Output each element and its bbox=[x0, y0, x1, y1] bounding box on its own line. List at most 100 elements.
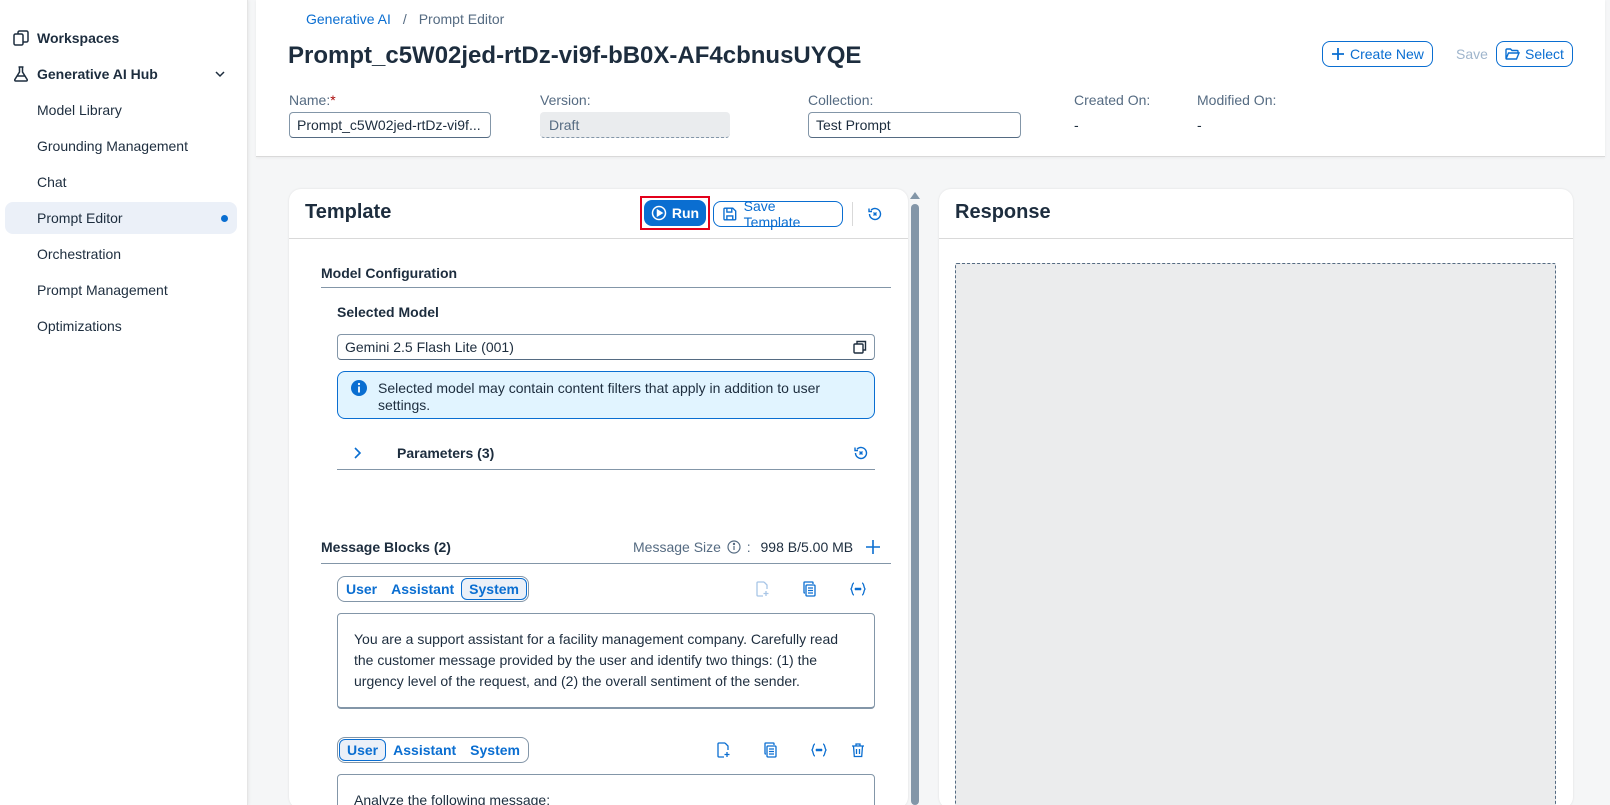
sidebar-item-orchestration[interactable]: Orchestration bbox=[5, 238, 237, 270]
role-selector-block-2: User Assistant System bbox=[337, 737, 529, 763]
sidebar-item-label: Prompt Editor bbox=[37, 210, 123, 226]
message-size: Message Size : 998 B/5.00 MB bbox=[633, 539, 853, 555]
information-icon bbox=[350, 379, 368, 400]
variable-icon[interactable] bbox=[809, 740, 829, 760]
collection-label: Collection: bbox=[808, 92, 874, 108]
sidebar: Workspaces Generative AI Hub Model Libra… bbox=[0, 0, 248, 805]
info-outline-icon[interactable] bbox=[727, 540, 741, 554]
nav-workspaces[interactable]: Workspaces bbox=[0, 20, 248, 56]
info-message-text: Selected model may contain content filte… bbox=[378, 380, 821, 413]
create-new-button[interactable]: Create New bbox=[1322, 41, 1433, 67]
create-new-label: Create New bbox=[1350, 46, 1424, 62]
required-marker: * bbox=[330, 92, 336, 108]
selected-model-value: Gemini 2.5 Flash Lite (001) bbox=[345, 339, 514, 355]
breadcrumb: Generative AI / Prompt Editor bbox=[306, 11, 504, 27]
role-assistant-option[interactable]: Assistant bbox=[386, 739, 463, 761]
name-label-text: Name: bbox=[289, 92, 331, 108]
role-assistant-option[interactable]: Assistant bbox=[384, 578, 461, 600]
version-field: Draft bbox=[540, 112, 730, 138]
selected-model-input[interactable]: Gemini 2.5 Flash Lite (001) bbox=[337, 334, 875, 360]
insert-message-icon[interactable] bbox=[713, 740, 733, 760]
sidebar-item-model-library[interactable]: Model Library bbox=[5, 94, 237, 126]
selected-model-label: Selected Model bbox=[337, 304, 439, 320]
play-circle-icon bbox=[651, 205, 667, 221]
page-title: Prompt_c5W02jed-rtDz-vi9f-bB0X-AF4cbnusU… bbox=[288, 42, 862, 69]
response-header: Response bbox=[939, 189, 1573, 239]
chevron-down-icon[interactable] bbox=[212, 66, 228, 82]
sidebar-item-chat[interactable]: Chat bbox=[5, 166, 237, 198]
sidebar-item-label: Model Library bbox=[37, 102, 122, 118]
sidebar-item-label: Prompt Management bbox=[37, 282, 168, 298]
page-header: Generative AI / Prompt Editor Prompt_c5W… bbox=[256, 0, 1605, 157]
sidebar-item-label: Optimizations bbox=[37, 318, 122, 334]
copy-icon[interactable] bbox=[761, 740, 781, 760]
scroll-up-arrow[interactable] bbox=[910, 192, 920, 199]
breadcrumb-separator: / bbox=[402, 11, 407, 27]
response-title: Response bbox=[955, 201, 1051, 223]
template-title: Template bbox=[305, 201, 392, 223]
nav-generative-ai-hub[interactable]: Generative AI Hub bbox=[0, 56, 248, 92]
reset-icon[interactable] bbox=[865, 204, 885, 224]
breadcrumb-generative-ai-link[interactable]: Generative AI bbox=[306, 11, 391, 27]
sidebar-item-prompt-management[interactable]: Prompt Management bbox=[5, 274, 237, 306]
modified-on-label: Modified On: bbox=[1197, 92, 1277, 108]
version-label: Version: bbox=[540, 92, 591, 108]
system-message-textarea[interactable]: You are a support assistant for a facili… bbox=[337, 613, 875, 709]
workspaces-icon bbox=[12, 29, 30, 47]
template-panel: Template Run Save Template Model Configu… bbox=[289, 189, 908, 805]
template-scrollbar[interactable] bbox=[910, 189, 920, 805]
collection-input[interactable]: Test Prompt bbox=[808, 112, 1021, 138]
chevron-right-icon[interactable] bbox=[351, 446, 363, 465]
parameters-expander[interactable]: Parameters (3) bbox=[337, 440, 875, 470]
select-label: Select bbox=[1525, 46, 1564, 62]
toolbar-divider bbox=[852, 202, 853, 226]
response-panel: Response bbox=[939, 189, 1573, 805]
delete-icon[interactable] bbox=[848, 740, 868, 760]
model-configuration-heading: Model Configuration bbox=[321, 265, 458, 281]
nav-workspaces-label: Workspaces bbox=[37, 30, 120, 46]
plus-icon bbox=[1332, 48, 1344, 60]
run-label: Run bbox=[671, 205, 700, 221]
role-user-option[interactable]: User bbox=[339, 578, 384, 600]
user-message-textarea[interactable]: Analyze the following message: bbox=[337, 774, 875, 805]
name-input[interactable]: Prompt_c5W02jed-rtDz-vi9f... bbox=[289, 112, 491, 138]
save-template-button[interactable]: Save Template bbox=[713, 198, 843, 230]
active-indicator-dot bbox=[221, 214, 228, 222]
modified-on-value: - bbox=[1197, 117, 1202, 133]
sidebar-item-label: Orchestration bbox=[37, 246, 122, 262]
sidebar-item-grounding-management[interactable]: Grounding Management bbox=[5, 130, 237, 162]
template-toolbar: Template Run Save Template bbox=[289, 189, 908, 239]
sidebar-item-optimizations[interactable]: Optimizations bbox=[5, 310, 237, 342]
scrollbar-thumb[interactable] bbox=[911, 204, 919, 805]
insert-message-icon bbox=[752, 579, 772, 599]
nav-generative-ai-hub-label: Generative AI Hub bbox=[37, 66, 158, 82]
message-blocks-heading: Message Blocks (2) bbox=[321, 539, 451, 555]
add-message-icon[interactable] bbox=[865, 539, 883, 557]
response-output-area bbox=[955, 263, 1556, 805]
folder-open-icon bbox=[1505, 48, 1520, 60]
role-system-option[interactable]: System bbox=[461, 578, 527, 600]
parameters-reset-icon[interactable] bbox=[853, 445, 869, 466]
created-on-label: Created On: bbox=[1074, 92, 1151, 108]
message-size-separator: : bbox=[746, 539, 751, 555]
run-button-highlight: Run bbox=[640, 196, 710, 230]
sidebar-item-label: Chat bbox=[37, 174, 67, 190]
role-system-option[interactable]: System bbox=[463, 739, 527, 761]
save-button[interactable]: Save bbox=[1448, 41, 1496, 67]
save-label: Save bbox=[1456, 46, 1488, 62]
save-template-label: Save Template bbox=[743, 198, 801, 230]
message-size-value: 998 B/5.00 MB bbox=[760, 539, 854, 555]
created-on-value: - bbox=[1074, 117, 1079, 133]
copy-icon[interactable] bbox=[800, 579, 820, 599]
save-icon bbox=[723, 207, 737, 221]
value-help-icon[interactable] bbox=[852, 339, 868, 355]
message-size-label: Message Size bbox=[633, 539, 721, 555]
sidebar-item-prompt-editor[interactable]: Prompt Editor bbox=[5, 202, 237, 234]
breadcrumb-current: Prompt Editor bbox=[418, 11, 505, 27]
name-label: Name:* bbox=[289, 92, 336, 108]
run-button[interactable]: Run bbox=[644, 200, 706, 226]
role-user-option[interactable]: User bbox=[339, 739, 387, 761]
section-divider bbox=[321, 287, 891, 288]
variable-icon[interactable] bbox=[848, 579, 868, 599]
select-button[interactable]: Select bbox=[1496, 41, 1573, 67]
